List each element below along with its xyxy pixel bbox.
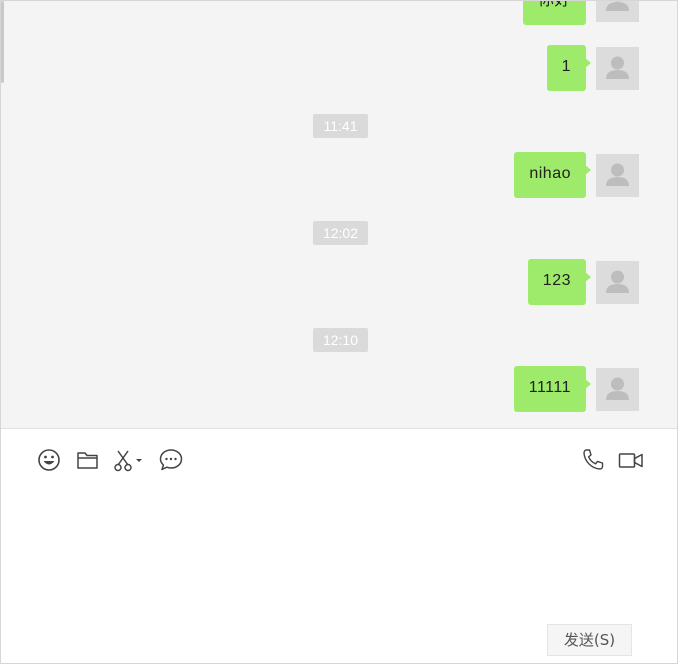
folder-icon[interactable] [75, 447, 101, 473]
message-bubble[interactable]: 123 [527, 259, 592, 305]
timestamp-chip: 12:10 [313, 328, 368, 352]
timestamp-chip: 12:02 [313, 221, 368, 245]
message-bubble[interactable]: 11111 [513, 366, 592, 412]
message-list[interactable]: 你好 1 11:41 nihao [1, 1, 677, 429]
default-avatar-icon [606, 270, 629, 293]
user-avatar[interactable] [596, 1, 639, 22]
default-avatar-icon [606, 56, 629, 79]
scissors-icon[interactable] [112, 447, 146, 473]
message-bubble[interactable]: 你好 [522, 1, 592, 25]
emoji-icon[interactable] [36, 447, 62, 473]
scrollbar-thumb[interactable] [1, 1, 4, 83]
default-avatar-icon [606, 1, 629, 11]
chevron-down-icon [136, 459, 142, 462]
default-avatar-icon [606, 163, 629, 186]
composer-toolbar [1, 430, 677, 488]
send-button[interactable]: 发送(S) [547, 624, 632, 656]
chat-window: 你好 1 11:41 nihao [0, 0, 678, 664]
timestamp-chip: 11:41 [313, 114, 368, 138]
user-avatar[interactable] [596, 261, 639, 304]
message-bubble[interactable]: nihao [514, 152, 591, 198]
message-bubble[interactable]: 1 [546, 45, 592, 91]
user-avatar[interactable] [596, 368, 639, 411]
phone-icon[interactable] [580, 447, 606, 473]
user-avatar[interactable] [596, 47, 639, 90]
chat-bubble-icon[interactable] [158, 447, 184, 473]
user-avatar[interactable] [596, 154, 639, 197]
default-avatar-icon [606, 377, 629, 400]
video-camera-icon[interactable] [617, 447, 645, 473]
message-input[interactable] [1, 488, 677, 618]
